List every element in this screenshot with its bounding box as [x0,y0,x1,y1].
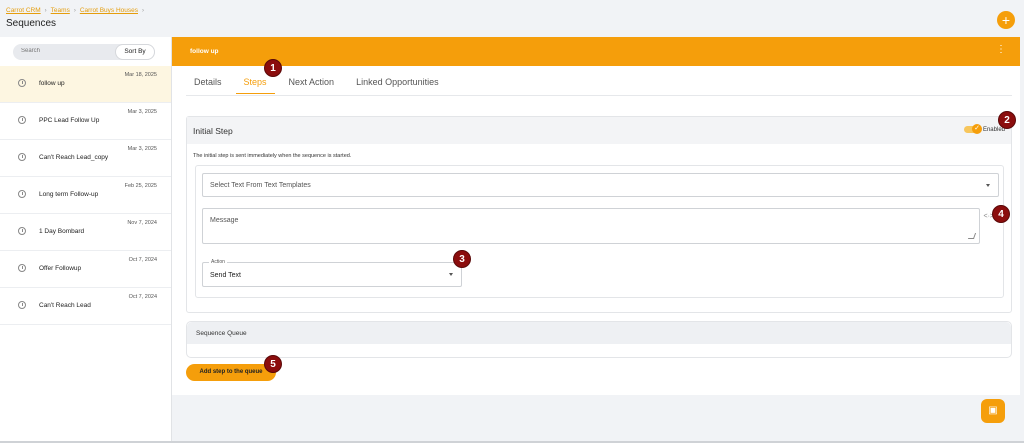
annotation-badge-1: 1 [264,59,282,77]
sequence-queue-card: Sequence Queue [186,321,1012,358]
text-template-placeholder: Select Text From Text Templates [210,182,311,189]
caret-down-icon [986,184,990,187]
clock-icon [18,116,26,124]
initial-step-header: Initial Step ✓ Enabled [187,117,1011,144]
sequence-name: PPC Lead Follow Up [39,117,100,124]
initial-step-title: Initial Step [193,126,233,136]
sequence-date: Oct 7, 2024 [128,257,157,263]
annotation-badge-2: 2 [998,111,1016,129]
message-placeholder: Message [210,217,239,224]
action-select[interactable]: Action Send Text [202,259,462,287]
plus-icon: + [1001,12,1011,28]
sequence-date: Mar 18, 2025 [124,72,157,78]
list-item[interactable]: PPC Lead Follow Up Mar 3, 2025 [0,103,171,140]
sequence-list: follow up Mar 18, 2025 PPC Lead Follow U… [0,66,171,325]
clock-icon [18,79,26,87]
caret-down-icon [449,273,453,276]
list-item[interactable]: Can't Reach Lead Oct 7, 2024 [0,288,171,325]
clock-icon [18,227,26,235]
list-item[interactable]: Offer Followup Oct 7, 2024 [0,251,171,288]
list-item[interactable]: Long term Follow-up Feb 25, 2025 [0,177,171,214]
message-input[interactable]: Message [202,208,980,244]
add-step-button[interactable]: Add step to the queue [186,364,276,381]
breadcrumb-carrot-buys-houses[interactable]: Carrot Buys Houses [80,7,138,14]
chevron-right-icon: › [44,7,47,14]
check-icon[interactable]: ✓ [972,124,982,134]
sequence-detail-panel: follow up ⋮ Details Steps Next Action Li… [172,37,1020,395]
clock-icon [18,301,26,309]
sequence-date: Nov 7, 2024 [127,220,157,226]
page-title: Sequences [6,18,57,29]
sequence-title: follow up [190,48,219,55]
tab-details[interactable]: Details [186,77,230,94]
sequence-header: follow up ⋮ [172,37,1020,66]
chevron-right-icon: › [73,7,76,14]
sequence-name: Offer Followup [39,265,82,272]
list-item[interactable]: Can't Reach Lead_copy Mar 3, 2025 [0,140,171,177]
sort-by-button[interactable]: Sort By [115,44,155,60]
list-item[interactable]: follow up Mar 18, 2025 [0,66,171,103]
breadcrumb-carrot-crm[interactable]: Carrot CRM [6,7,41,14]
annotation-badge-3: 3 [453,250,471,268]
tab-next-action[interactable]: Next Action [281,77,343,94]
search-bar: Sort By [13,44,155,60]
sequence-name: Long term Follow-up [39,191,99,198]
clock-icon [18,264,26,272]
initial-step-card: Initial Step ✓ Enabled The initial step … [186,116,1012,313]
top-bar: Carrot CRM › Teams › Carrot Buys Houses … [0,0,1024,37]
step-form: Select Text From Text Templates Message … [195,165,1004,298]
sequence-queue-title: Sequence Queue [196,330,247,337]
action-label: Action [209,259,227,265]
tab-linked-opportunities[interactable]: Linked Opportunities [348,77,447,94]
sequence-name: Can't Reach Lead [39,302,91,309]
add-sequence-button[interactable]: + [997,11,1015,29]
sequence-date: Feb 25, 2025 [124,183,157,189]
action-value: Send Text [210,272,242,279]
tabs-divider [186,95,1012,96]
sequence-date: Oct 7, 2024 [128,294,157,300]
floppy-disk-icon: ▣ [988,405,998,416]
annotation-badge-5: 5 [264,355,282,373]
tab-steps[interactable]: Steps [235,77,275,94]
sequence-date: Mar 3, 2025 [127,109,157,115]
clock-icon [18,153,26,161]
text-template-select[interactable]: Select Text From Text Templates [202,173,999,197]
breadcrumb: Carrot CRM › Teams › Carrot Buys Houses … [6,7,144,14]
annotation-badge-4: 4 [992,205,1010,223]
initial-step-description: The initial step is sent immediately whe… [193,153,352,159]
sequence-name: Can't Reach Lead_copy [39,154,109,161]
sequence-name: follow up [39,80,65,87]
tab-bar: Details Steps Next Action Linked Opportu… [186,77,453,94]
kebab-icon[interactable]: ⋮ [996,45,1006,55]
resize-handle-icon[interactable] [967,233,977,239]
sequence-sidebar: Sort By follow up Mar 18, 2025 PPC Lead … [0,37,172,443]
sequence-name: 1 Day Bombard [39,228,85,235]
sequence-queue-header: Sequence Queue [187,322,1011,344]
breadcrumb-teams[interactable]: Teams [51,7,70,14]
sequence-date: Mar 3, 2025 [127,146,157,152]
chevron-right-icon: › [142,7,144,14]
list-item[interactable]: 1 Day Bombard Nov 7, 2024 [0,214,171,251]
search-input[interactable] [21,48,111,54]
clock-icon [18,190,26,198]
save-button[interactable]: ▣ [981,399,1005,423]
main-footer [172,395,1020,441]
